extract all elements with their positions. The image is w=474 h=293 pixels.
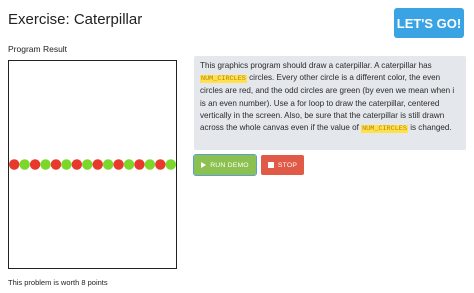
run-demo-label: RUN DEMO xyxy=(210,161,249,169)
caterpillar-circle xyxy=(40,159,51,170)
caterpillar-circle xyxy=(19,159,30,170)
program-canvas xyxy=(8,60,177,269)
caterpillar-circle xyxy=(61,159,72,170)
points-note: This problem is worth 8 points xyxy=(8,278,108,287)
stop-icon xyxy=(267,162,274,168)
caterpillar-circle xyxy=(102,159,114,170)
caterpillar-circle xyxy=(71,159,83,170)
instructions-panel: This graphics program should draw a cate… xyxy=(194,56,466,150)
stop-button[interactable]: STOP xyxy=(261,155,304,175)
caterpillar-circle xyxy=(9,159,20,170)
caterpillar-circle xyxy=(82,159,93,170)
code-num-circles: NUM_CIRCLES xyxy=(200,75,247,84)
caterpillar-circle xyxy=(155,159,166,170)
caterpillar-circle xyxy=(144,159,156,170)
caterpillar-circle xyxy=(29,159,41,170)
instructions-text: This graphics program should draw a cate… xyxy=(200,61,432,70)
caterpillar-circle xyxy=(134,159,145,170)
lets-go-button[interactable]: LET'S GO! xyxy=(394,8,464,38)
page-title: Exercise: Caterpillar xyxy=(8,11,143,28)
caterpillar-circle xyxy=(50,159,62,170)
caterpillar-circle xyxy=(92,159,103,170)
program-result-label: Program Result xyxy=(8,44,68,54)
caterpillar-circle xyxy=(123,159,135,170)
caterpillar-circle xyxy=(165,159,176,170)
stop-label: STOP xyxy=(277,161,298,169)
caterpillar-drawing xyxy=(9,159,176,170)
caterpillar-circle xyxy=(113,159,124,170)
instructions-text: is changed. xyxy=(407,123,452,133)
code-num-circles: NUM_CIRCLES xyxy=(361,125,408,134)
play-icon xyxy=(201,162,207,168)
run-demo-button[interactable]: RUN DEMO xyxy=(193,154,257,176)
